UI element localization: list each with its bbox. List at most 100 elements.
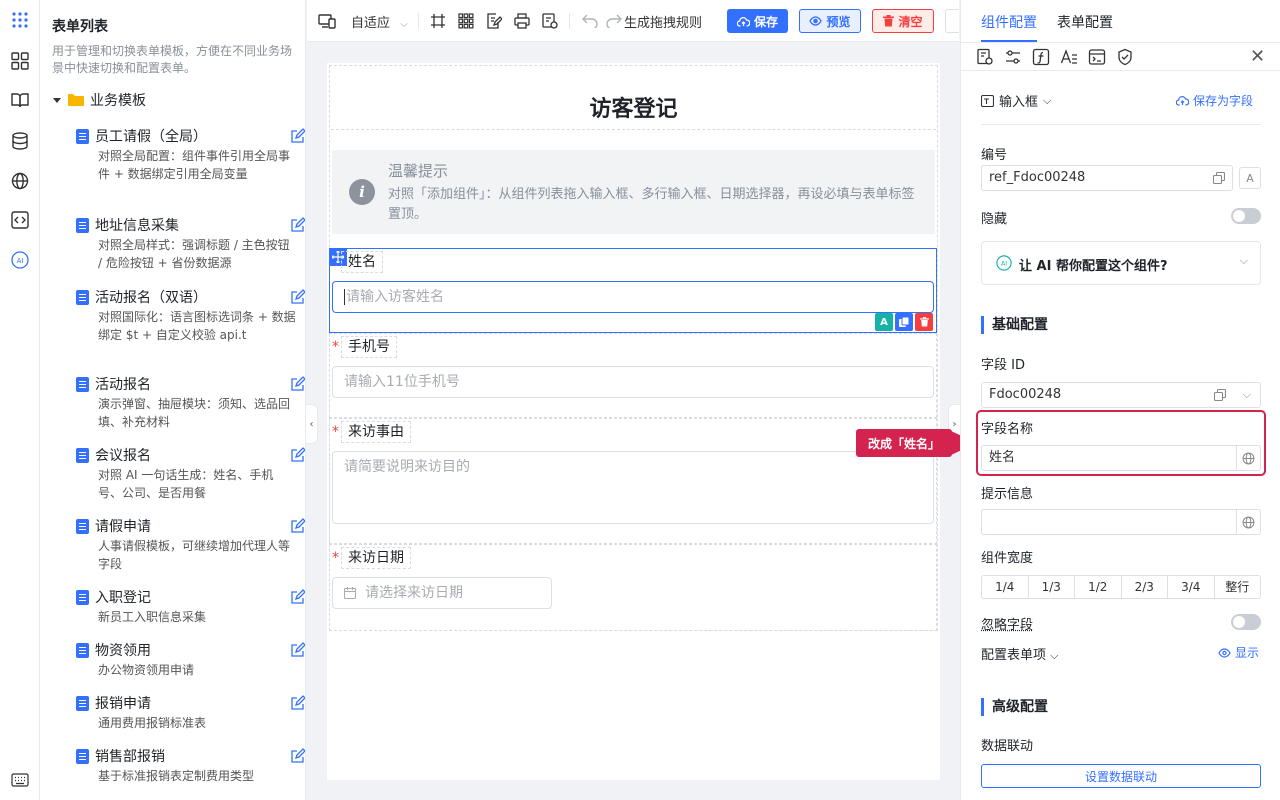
copy-field-icon[interactable] (895, 313, 913, 331)
list-item[interactable]: 销售部报销 基于标准报销表定制费用类型 (76, 746, 296, 785)
component-type-select[interactable]: 输入框 ⌵ (981, 91, 1051, 110)
edit-icon[interactable] (290, 447, 306, 463)
translate-globe-icon[interactable] (1236, 510, 1260, 534)
delete-field-icon[interactable] (915, 313, 933, 331)
components-icon[interactable] (10, 51, 30, 71)
field-label-phone[interactable]: 手机号 (341, 336, 397, 358)
book-icon[interactable] (10, 90, 30, 110)
form-item-config[interactable]: 配置表单项 ⌵ (981, 644, 1059, 663)
basic-config-heading: 基础配置 (981, 316, 1048, 334)
field-id-value: Fdoc00248 (989, 387, 1061, 402)
print-icon[interactable] (513, 12, 531, 30)
globe-icon[interactable] (10, 171, 30, 191)
tip-title: 温馨提示 (388, 160, 448, 181)
shield-check-icon[interactable] (1116, 48, 1134, 66)
date-picker[interactable]: 请选择来访日期 (332, 577, 552, 609)
save-button[interactable]: 保存 (727, 9, 788, 33)
more-button[interactable] (945, 9, 959, 33)
list-item[interactable]: 请假申请 人事请假模板，可继续增加代理人等字段 (76, 516, 296, 573)
generate-drag-rule[interactable]: 生成拖拽规则 (624, 12, 702, 31)
list-item[interactable]: 员工请假（全局） 对照全局配置：组件事件引用全局事件 + 数据绑定引用全局变量 (76, 126, 296, 183)
edit-icon[interactable] (290, 217, 306, 233)
apps-grid-icon[interactable] (10, 10, 30, 30)
svg-text:AI: AI (17, 257, 24, 265)
field-id-label: 字段 ID (981, 354, 1025, 373)
edit-icon[interactable] (290, 376, 306, 392)
function-icon[interactable] (1032, 48, 1050, 66)
phone-input[interactable]: 请输入11位手机号 (332, 366, 934, 398)
event-icon[interactable] (1088, 48, 1106, 66)
template-icon[interactable] (541, 12, 559, 30)
show-link[interactable]: 显示 (1218, 644, 1259, 661)
reason-textarea[interactable]: 请简要说明来访目的 (332, 451, 934, 524)
sliders-icon[interactable] (1004, 48, 1022, 66)
ai-assist-box[interactable]: AI 让 AI 帮你配置这个组件? ⌵ (981, 241, 1261, 285)
id-input[interactable]: ref_Fdoc00248 (981, 165, 1233, 191)
edit-icon[interactable] (290, 642, 306, 658)
tab-form-config[interactable]: 表单配置 (1057, 12, 1113, 32)
edit-icon[interactable] (290, 695, 306, 711)
set-linkage-button[interactable]: 设置数据联动 (981, 764, 1261, 788)
field-label-reason[interactable]: 来访事由 (341, 421, 411, 443)
device-icon[interactable] (318, 12, 336, 30)
form-title[interactable]: 访客登记 (327, 91, 940, 123)
frame-icon[interactable] (429, 12, 447, 30)
undo-icon[interactable] (581, 12, 599, 30)
width-option[interactable]: 2/3 (1122, 576, 1169, 598)
edit-icon[interactable] (290, 128, 306, 144)
width-option[interactable]: 整行 (1215, 576, 1261, 598)
edit-icon[interactable] (290, 518, 306, 534)
text-style-icon[interactable] (1060, 48, 1078, 66)
list-item[interactable]: 地址信息采集 对照全局样式：强调标题 / 主色按钮 / 危险按钮 + 省份数据源 (76, 215, 296, 272)
folder-business-templates[interactable]: 业务模板 (52, 90, 146, 110)
keyboard-icon[interactable] (10, 770, 30, 790)
edit-icon[interactable] (290, 748, 306, 764)
database-icon[interactable] (10, 131, 30, 151)
list-item[interactable]: 活动报名 演示弹窗、抽屉模块：须知、选品回填、补充材料 (76, 374, 296, 431)
collapse-left-handle[interactable]: ‹ (306, 404, 318, 444)
copy-icon[interactable] (1214, 389, 1226, 401)
trash-icon (883, 15, 894, 27)
list-item[interactable]: 活动报名（双语） 对照国际化：语言图标选词条 + 数据绑定 $t + 自定义校验… (76, 287, 296, 344)
copy-icon[interactable] (1213, 172, 1225, 184)
save-as-field-link[interactable]: 保存为字段 (1176, 92, 1253, 109)
list-item-title: 入职登记 (95, 587, 151, 607)
tab-component-config[interactable]: 组件配置 (981, 12, 1037, 32)
redo-icon[interactable] (605, 12, 623, 30)
tip-text: 对照「添加组件」：从组件列表拖入输入框、多行输入框、日期选择器，再设必填与表单标… (388, 185, 918, 225)
field-label-name[interactable]: 姓名 (341, 251, 383, 273)
width-option[interactable]: 3/4 (1168, 576, 1215, 598)
width-option[interactable]: 1/3 (1029, 576, 1076, 598)
document-icon (76, 218, 89, 233)
ai-icon[interactable]: AI (10, 250, 30, 270)
field-label-date[interactable]: 来访日期 (341, 547, 411, 569)
close-icon[interactable]: ✕ (1250, 46, 1265, 67)
tip-alert[interactable]: i 温馨提示 对照「添加组件」：从组件列表拖入输入框、多行输入框、日期选择器，再… (332, 150, 935, 234)
list-item[interactable]: 报销申请 通用费用报销标准表 (76, 693, 296, 732)
device-select[interactable]: 自适应 ⌵ (351, 12, 408, 31)
code-icon[interactable] (10, 210, 30, 230)
width-option[interactable]: 1/4 (982, 576, 1029, 598)
edit-icon[interactable] (290, 289, 306, 305)
ai-field-icon[interactable]: A (875, 313, 893, 331)
grid-icon[interactable] (457, 12, 475, 30)
ignore-field-toggle[interactable] (1231, 614, 1261, 630)
preview-button[interactable]: 预览 (799, 9, 861, 33)
font-icon[interactable]: A (1239, 167, 1261, 189)
edit-doc-icon[interactable] (485, 12, 503, 30)
props-icon[interactable] (976, 48, 994, 66)
list-item[interactable]: 物资领用 办公物资领用申请 (76, 640, 296, 679)
translate-globe-icon[interactable] (1236, 446, 1260, 470)
list-item[interactable]: 入职登记 新员工入职信息采集 (76, 587, 296, 626)
hint-input[interactable] (981, 509, 1261, 535)
hidden-toggle[interactable] (1231, 208, 1261, 224)
field-name-input[interactable]: 姓名 (981, 445, 1261, 471)
name-input[interactable]: 请输入访客姓名 (332, 281, 934, 313)
edit-icon[interactable] (290, 589, 306, 605)
field-id-input[interactable]: Fdoc00248 ⌵ (981, 382, 1261, 408)
width-option[interactable]: 1/2 (1075, 576, 1122, 598)
component-type-label: 输入框 (999, 91, 1038, 110)
document-icon (76, 129, 89, 144)
list-item[interactable]: 会议报名 对照 AI 一句话生成：姓名、手机号、公司、是否用餐 (76, 445, 296, 502)
clear-button[interactable]: 清空 (872, 9, 934, 33)
